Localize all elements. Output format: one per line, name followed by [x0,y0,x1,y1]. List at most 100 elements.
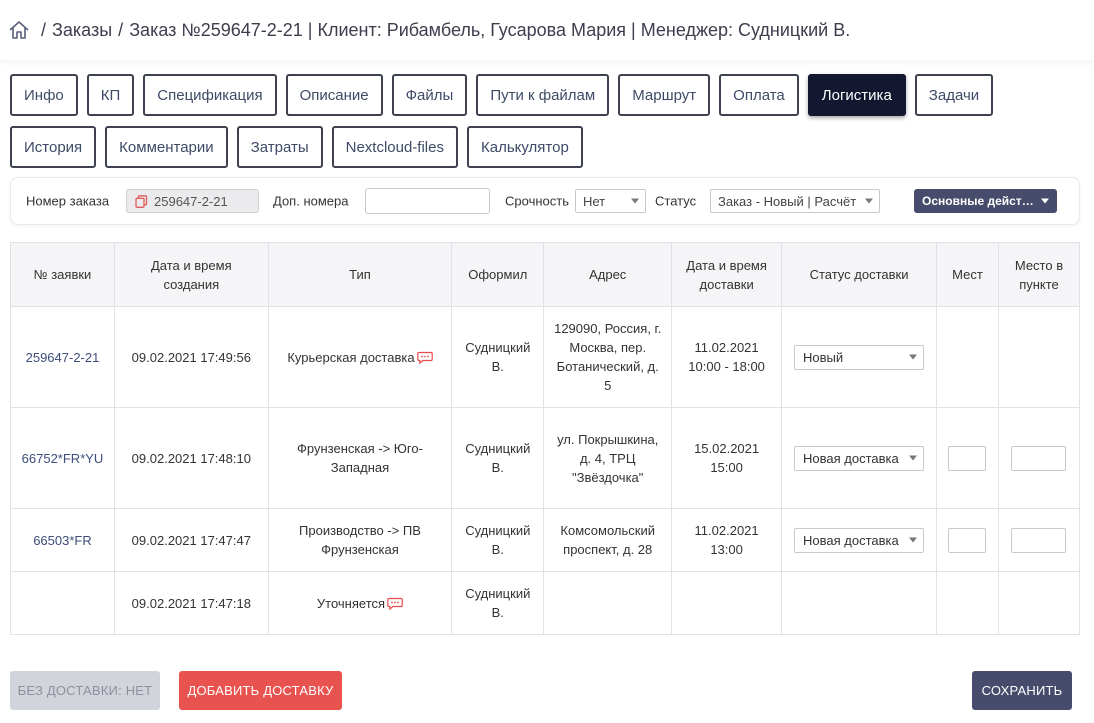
delivery-time-cell [671,571,783,635]
delivery-time-cell: 11.02.2021 13:00 [671,508,783,572]
page-title: Заказ №259647-2-21 | Клиент: Рибамбель, … [129,19,851,40]
address-cell [543,571,673,635]
tab-specification[interactable]: Спецификация [143,74,277,116]
column-header-type: Тип [267,242,453,307]
tab-tasks[interactable]: Задачи [914,74,994,116]
tab-files[interactable]: Файлы [391,74,468,116]
breadcrumb-separator: / [41,19,47,40]
breadcrumb-orders-link[interactable]: Заказы [52,20,112,41]
places-input[interactable] [948,527,987,553]
table-row: 66503*FR 09.02.2021 17:47:47 Производств… [10,508,1081,572]
tab-history[interactable]: История [10,126,97,168]
column-header-created: Дата и время создания [113,242,269,307]
save-button[interactable]: СОХРАНИТЬ [972,671,1072,710]
column-header-request-number: № заявки [10,242,115,307]
chevron-down-icon [1041,198,1049,204]
logistics-table: № заявки Дата и время создания Тип Оформ… [10,242,1081,635]
place-point-cell [997,407,1081,509]
type-text: Уточняется [316,595,386,611]
copy-icon[interactable] [135,194,148,208]
extra-numbers-label: Доп. номера [273,193,349,209]
column-header-place-point: Место в пункте [997,242,1081,307]
status-value: Заказ - Новый | Расчёт [718,193,857,209]
delivery-status-select[interactable]: Новая доставка [794,527,925,553]
places-cell [936,407,999,509]
place-point-cell [997,306,1081,408]
status-label: Статус [655,193,697,209]
place-point-input[interactable] [1011,527,1067,553]
type-cell: Курьерская доставка [267,306,453,408]
places-input[interactable] [948,445,987,471]
tab-comments[interactable]: Комментарии [105,126,228,168]
tab-calculator[interactable]: Калькулятор [466,126,583,168]
place-point-cell [997,571,1081,635]
delivery-status-value: Новый [803,349,844,365]
urgency-label: Срочность [505,193,569,209]
created-cell: 09.02.2021 17:48:10 [113,407,269,509]
delivery-time-cell: 15.02.2021 15:00 [671,407,783,509]
type-cell: Фрунзенская -> Юго-Западная [267,407,453,509]
type-text: Курьерская доставка [287,349,415,365]
author-cell: Судницкий В. [451,306,545,408]
order-number-value: 259647-2-21 [154,193,228,209]
order-number-field[interactable]: 259647-2-21 [126,189,259,213]
places-cell [936,571,999,635]
created-cell: 09.02.2021 17:47:47 [113,508,269,572]
table-row: 66752*FR*YU 09.02.2021 17:48:10 Фрунзенс… [10,407,1081,509]
chevron-down-icon [909,537,918,543]
comment-icon[interactable] [387,596,403,610]
delivery-status-value: Новая доставка [803,532,899,548]
tab-description[interactable]: Описание [285,74,383,116]
page-header: / Заказы / Заказ №259647-2-21 | Клиент: … [0,0,1094,60]
extra-numbers-input[interactable] [365,188,490,214]
no-delivery-button[interactable]: БЕЗ ДОСТАВКИ: НЕТ [10,671,160,710]
request-number-link[interactable]: 66752*FR*YU [22,451,104,466]
request-number-link[interactable]: 259647-2-21 [26,350,100,365]
column-header-places: Мест [936,242,999,307]
table-header-row: № заявки Дата и время создания Тип Оформ… [10,242,1081,307]
breadcrumb-separator: / [118,19,124,40]
column-header-delivery-time: Дата и время доставки [671,242,783,307]
column-header-author: Оформил [451,242,545,307]
delivery-status-select[interactable]: Новый [794,344,925,370]
tab-costs[interactable]: Затраты [236,126,323,168]
delivery-status-cell [781,571,937,635]
delivery-status-select[interactable]: Новая доставка [794,445,925,471]
tab-bar: Инфо КП Спецификация Описание Файлы Пути… [10,74,1084,178]
request-number-link[interactable]: 66503*FR [33,533,92,548]
tab-payment[interactable]: Оплата [719,74,799,116]
urgency-select[interactable]: Нет [575,189,646,213]
chevron-down-icon [631,198,639,204]
author-cell: Судницкий В. [451,407,545,509]
request-number-cell [10,571,115,635]
places-cell [936,508,999,572]
tab-info[interactable]: Инфо [10,74,78,116]
tab-nextcloud-files[interactable]: Nextcloud-files [331,126,458,168]
status-select[interactable]: Заказ - Новый | Расчёт [710,189,880,213]
comment-icon[interactable] [416,350,433,364]
order-number-label: Номер заказа [26,193,110,209]
tab-file-paths[interactable]: Пути к файлам [476,74,610,116]
address-cell: 129090, Россия, г. Москва, пер. Ботаниче… [543,306,673,408]
tab-kp[interactable]: КП [86,74,135,116]
tab-row-1: Инфо КП Спецификация Описание Файлы Пути… [10,74,1084,116]
tab-row-2: История Комментарии Затраты Nextcloud-fi… [10,126,1084,168]
author-cell: Судницкий В. [451,571,545,635]
delivery-status-cell: Новая доставка [781,508,937,572]
place-point-cell [997,508,1081,572]
home-icon[interactable] [8,19,30,41]
tab-route[interactable]: Маршрут [618,74,711,116]
delivery-status-cell: Новая доставка [781,407,937,509]
type-cell: Уточняется [267,571,453,635]
tab-logistics[interactable]: Логистика [807,74,906,116]
add-delivery-button[interactable]: ДОБАВИТЬ ДОСТАВКУ [179,671,342,710]
author-cell: Судницкий В. [451,508,545,572]
address-cell: ул. Покрышкина, д. 4, ТРЦ "Звёздочка" [543,407,673,509]
delivery-status-value: Новая доставка [803,450,899,466]
place-point-input[interactable] [1011,445,1067,471]
column-header-delivery-status: Статус доставки [781,242,937,307]
main-actions-dropdown[interactable]: Основные действия [914,189,1057,213]
table-row: 09.02.2021 17:47:18 Уточняется Судницкий… [10,571,1081,635]
address-cell: Комсомольский проспект, д. 28 [543,508,673,572]
chevron-down-icon [865,198,873,204]
